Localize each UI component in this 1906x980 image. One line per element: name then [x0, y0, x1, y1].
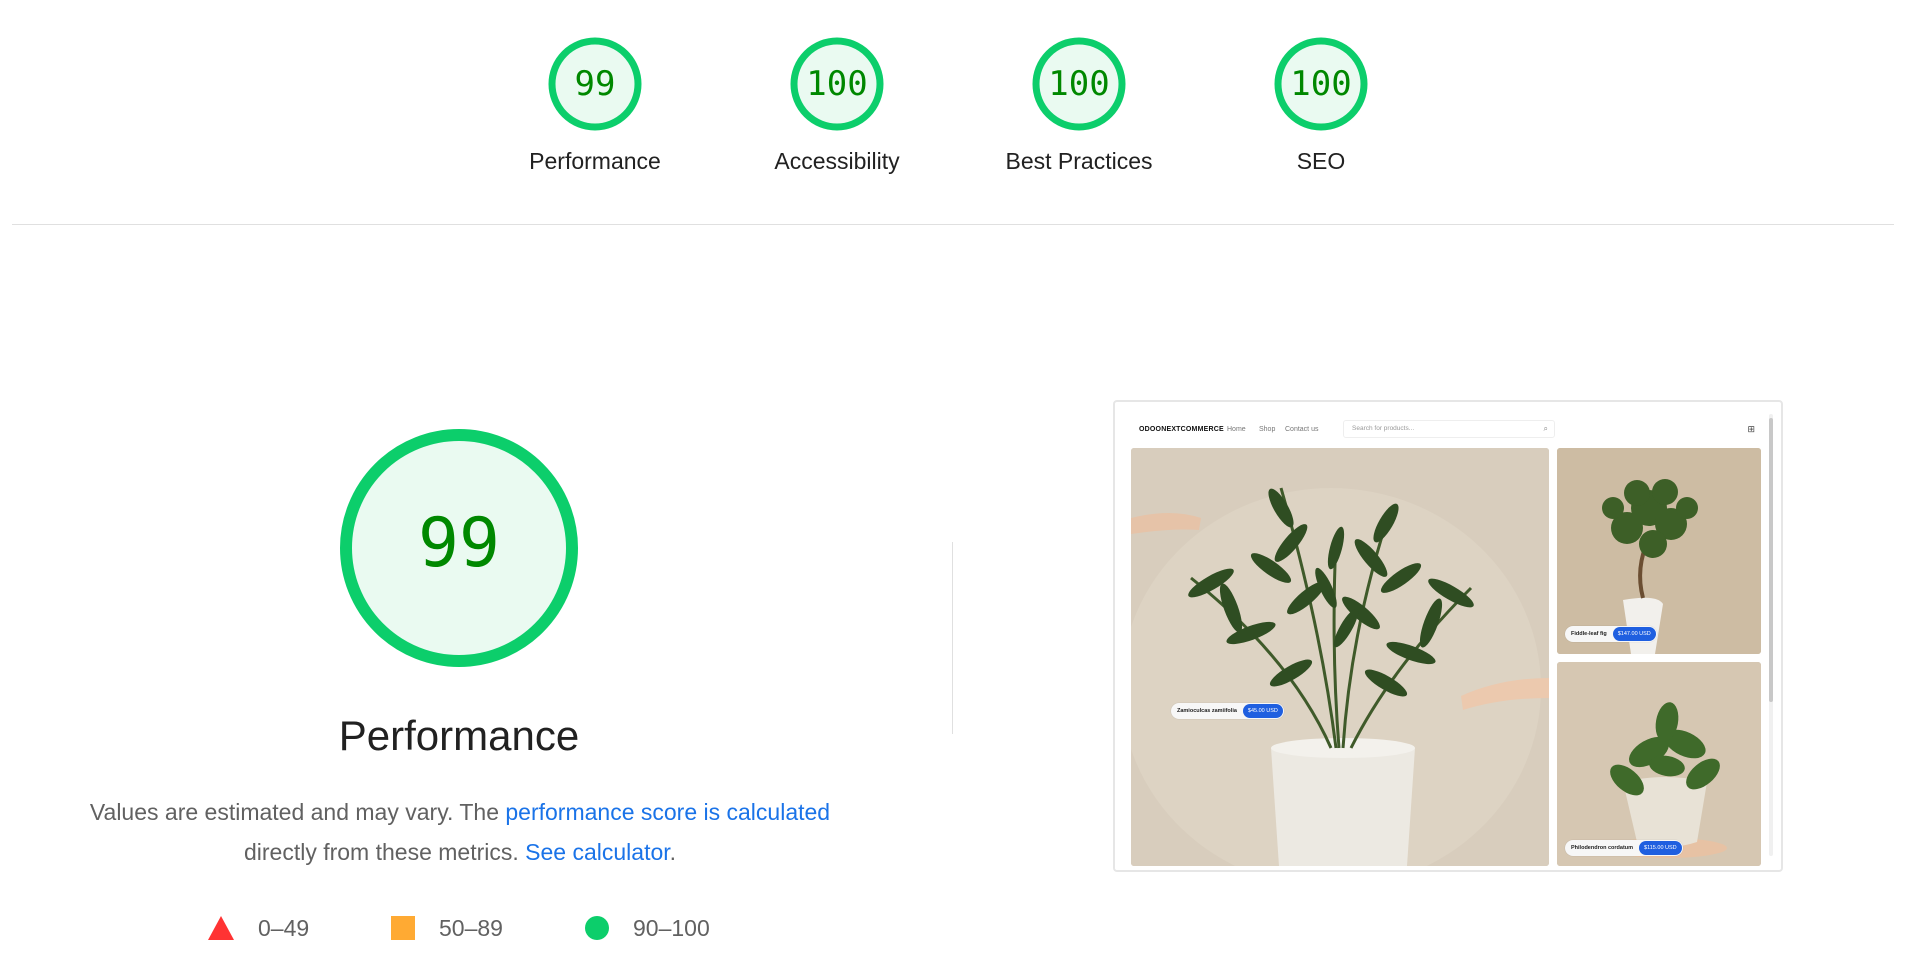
- product-price: $115.00 USD: [1639, 841, 1682, 855]
- desc-text: .: [669, 839, 677, 865]
- gauge-label: Accessibility: [774, 148, 900, 174]
- product-tile-bottom: Philodendron cordatum $115.00 USD: [1557, 662, 1761, 866]
- plant-image: [1131, 448, 1549, 866]
- legend-fail: 0–49: [208, 910, 309, 946]
- final-screenshot[interactable]: ODOONEXTCOMMERCE Home Shop Contact us Se…: [1113, 400, 1783, 872]
- gauge-score: 99: [574, 64, 616, 104]
- thumbnail-scrollbar: [1769, 414, 1773, 856]
- triangle-icon: [208, 916, 234, 940]
- thumbnail-search: Search for products... ⌕: [1343, 420, 1555, 438]
- gauge-ring: 100: [1273, 36, 1369, 132]
- performance-gauge: 99: [337, 426, 581, 670]
- legend-label: 90–100: [633, 914, 710, 941]
- performance-score-link[interactable]: performance score is calculated: [505, 799, 830, 825]
- see-calculator-link[interactable]: See calculator: [525, 839, 669, 865]
- search-icon: ⌕: [1543, 424, 1548, 433]
- product-name: Zamioculcas zamiifolia: [1177, 708, 1237, 714]
- gauge-best-practices[interactable]: 100 Best Practices: [979, 36, 1179, 175]
- product-price: $45.00 USD: [1242, 704, 1283, 718]
- thumbnail-brand: ODOONEXTCOMMERCE: [1139, 426, 1224, 433]
- legend-label: 50–89: [439, 914, 503, 941]
- thumbnail-nav-home: Home: [1227, 426, 1246, 433]
- square-icon: [391, 916, 415, 940]
- product-label: Philodendron cordatum $115.00 USD: [1565, 840, 1683, 856]
- performance-score: 99: [418, 504, 500, 583]
- vertical-divider: [952, 542, 953, 734]
- lighthouse-report: 99 Performance 100 Accessibility 100 Bes…: [0, 0, 1906, 980]
- plant-image: [1557, 448, 1761, 654]
- gauge-score: 100: [1290, 64, 1352, 104]
- gauge-label: Best Practices: [1005, 148, 1153, 174]
- gauge-ring: 99: [547, 36, 643, 132]
- product-price: $147.00 USD: [1612, 627, 1656, 641]
- product-tile-large: Zamioculcas zamiifolia $45.00 USD: [1131, 448, 1549, 866]
- legend-average: 50–89: [391, 910, 503, 946]
- product-name: Philodendron cordatum: [1571, 845, 1634, 851]
- legend-pass: 90–100: [585, 910, 710, 946]
- gauge-score: 100: [1048, 64, 1110, 104]
- performance-title: Performance: [338, 712, 580, 759]
- plant-image: [1557, 662, 1761, 866]
- product-label: Fiddle-leaf fig $147.00 USD: [1565, 626, 1657, 642]
- gauge-accessibility[interactable]: 100 Accessibility: [737, 36, 937, 175]
- score-legend: 0–49 50–89 90–100: [0, 910, 920, 946]
- thumbnail-search-placeholder: Search for products...: [1352, 425, 1415, 432]
- thumbnail-nav-shop: Shop: [1259, 426, 1276, 433]
- product-name: Fiddle-leaf fig: [1571, 631, 1607, 637]
- scrollbar-thumb: [1769, 418, 1773, 702]
- gauge-score: 100: [806, 64, 868, 104]
- gauge-seo[interactable]: 100 SEO: [1221, 36, 1421, 175]
- gauge-ring: 100: [789, 36, 885, 132]
- desc-text: directly from these metrics.: [243, 839, 526, 865]
- gauge-label: Performance: [529, 148, 661, 174]
- thumbnail-nav-contact: Contact us: [1285, 426, 1319, 433]
- desc-text: Values are estimated and may vary. The: [89, 799, 506, 825]
- performance-description: Values are estimated and may vary. The p…: [60, 792, 860, 872]
- legend-label: 0–49: [258, 914, 310, 941]
- thumbnail-navbar: ODOONEXTCOMMERCE Home Shop Contact us Se…: [1139, 418, 1759, 442]
- cart-icon: ⊞: [1747, 424, 1755, 434]
- score-summary: 99 Performance 100 Accessibility 100 Bes…: [0, 36, 1906, 196]
- gauge-performance[interactable]: 99 Performance: [495, 36, 695, 175]
- circle-icon: [585, 916, 609, 940]
- gauge-ring: 100: [1031, 36, 1127, 132]
- gauge-label: SEO: [1296, 148, 1346, 174]
- section-divider: [12, 224, 1894, 225]
- product-label: Zamioculcas zamiifolia $45.00 USD: [1171, 703, 1284, 719]
- product-tile-top: Fiddle-leaf fig $147.00 USD: [1557, 448, 1761, 654]
